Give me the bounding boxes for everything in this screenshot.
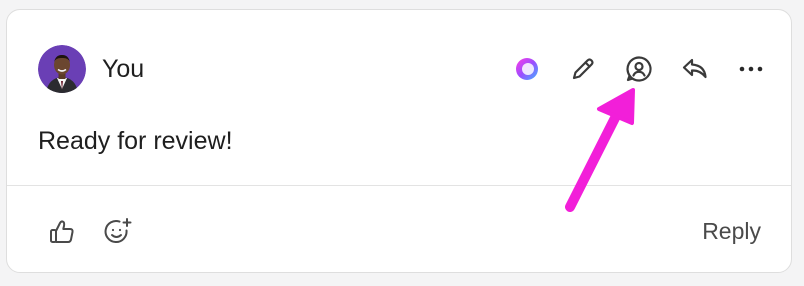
avatar[interactable] bbox=[38, 45, 86, 93]
divider bbox=[7, 185, 791, 186]
comment-card: You Ready for review! Reply bbox=[6, 9, 792, 273]
like-icon[interactable] bbox=[42, 212, 82, 252]
mention-icon[interactable] bbox=[619, 49, 659, 89]
reply-button[interactable]: Reply bbox=[702, 216, 761, 246]
edit-icon[interactable] bbox=[563, 49, 603, 89]
comment-author: You bbox=[102, 55, 145, 83]
add-reaction-icon[interactable] bbox=[98, 212, 138, 252]
comment-message: Ready for review! bbox=[38, 127, 233, 155]
more-options-icon[interactable] bbox=[731, 49, 771, 89]
copilot-icon[interactable] bbox=[507, 49, 547, 89]
reply-arrow-icon[interactable] bbox=[675, 49, 715, 89]
